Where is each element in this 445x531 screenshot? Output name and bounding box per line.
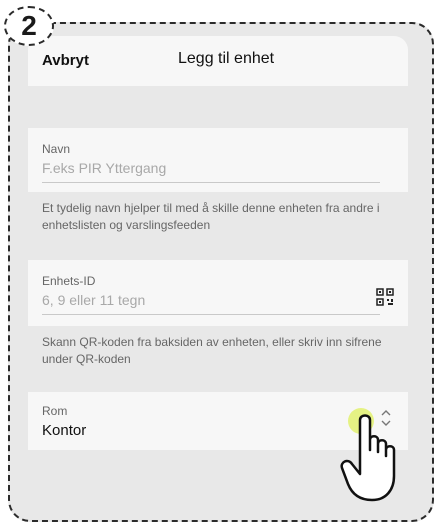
- step-number-badge: 2: [4, 6, 54, 46]
- device-id-helper: Skann QR-koden fra baksiden av enheten, …: [42, 335, 382, 366]
- name-field-placeholder: F.eks PIR Yttergang: [42, 160, 167, 176]
- modal-header: Avbryt Legg til enhet: [28, 36, 408, 86]
- name-field-underline: [42, 182, 380, 183]
- device-id-field[interactable]: Enhets-ID 6, 9 eller 11 tegn: [28, 260, 408, 326]
- name-field-label: Navn: [42, 142, 71, 156]
- room-value: Kontor: [42, 422, 87, 439]
- step-number: 2: [21, 10, 37, 41]
- device-id-placeholder: 6, 9 eller 11 tegn: [42, 292, 146, 308]
- name-field[interactable]: Navn F.eks PIR Yttergang: [28, 128, 408, 192]
- pointing-hand-icon: [340, 414, 396, 502]
- cancel-button[interactable]: Avbryt: [42, 52, 89, 69]
- name-field-helper: Et tydelig navn hjelper til med å skille…: [42, 201, 380, 232]
- device-id-underline: [42, 314, 380, 315]
- modal-title: Legg til enhet: [178, 50, 275, 67]
- device-id-label: Enhets-ID: [42, 274, 96, 288]
- room-label: Rom: [42, 404, 68, 418]
- qr-code-icon[interactable]: [376, 288, 394, 306]
